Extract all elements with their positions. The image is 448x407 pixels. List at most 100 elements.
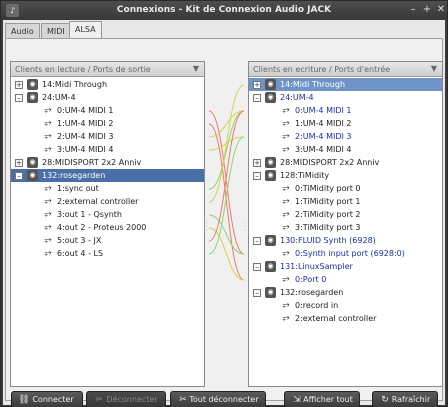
port-row[interactable]: ⥅ 0:TiMidity port 0 [249, 182, 442, 195]
port-label: 2:UM-4 MIDI 3 [295, 132, 352, 141]
disconnect-all-button[interactable]: ✂ Tout déconnecter [170, 391, 266, 407]
port-row[interactable]: ⥅ 0:UM-4 MIDI 1 [11, 104, 204, 117]
port-row[interactable]: ⥅ 1:UM-4 MIDI 2 [11, 117, 204, 130]
port-row[interactable]: ⥅ 2:UM-4 MIDI 3 [249, 130, 442, 143]
client-label: 24:UM-4 [280, 93, 314, 102]
midi-plug-icon: ⥅ [282, 209, 290, 219]
collapse-icon[interactable]: – [15, 172, 23, 180]
expand-icon[interactable]: + [15, 81, 23, 89]
collapse-icon[interactable]: – [253, 237, 261, 245]
sort-arrow-icon[interactable]: ▼ [193, 64, 199, 73]
midi-plug-icon: ⥅ [282, 105, 290, 115]
output-ports-tree[interactable]: + ◉ 14:Midi Through – ◉ 24:UM-4 ⥅ 0:UM-4 MIDI 1… [11, 78, 204, 260]
port-row[interactable]: ⥅ 2:UM-4 MIDI 3 [11, 130, 204, 143]
midi-plug-icon: ⥅ [44, 144, 52, 154]
midi-plug-icon: ⥅ [282, 196, 290, 206]
input-panel-header[interactable]: Clients en ecriture / Ports d'entrée ▼ [249, 62, 442, 77]
client-label: 130:FLUID Synth (6928) [280, 236, 376, 245]
midi-plug-icon: ⥅ [282, 222, 290, 232]
port-label: 2:UM-4 MIDI 3 [57, 132, 114, 141]
port-label: 0:record in [295, 301, 339, 310]
client-row[interactable]: – ◉ 24:UM-4 [249, 91, 442, 104]
port-label: 2:external controller [295, 314, 377, 323]
port-row[interactable]: ⥅ 0:UM-4 MIDI 1 [249, 104, 442, 117]
left-splitter-handle[interactable]: · · · [206, 221, 210, 235]
expand-icon[interactable]: + [253, 159, 261, 167]
refresh-button[interactable]: ↻ Rafraîchir [372, 391, 438, 407]
expand-icon[interactable]: + [15, 159, 23, 167]
client-row[interactable]: – ◉ 130:FLUID Synth (6928) [249, 234, 442, 247]
port-row[interactable]: ⥅ 3:UM-4 MIDI 4 [249, 143, 442, 156]
port-label: 1:sync out [57, 184, 99, 193]
midi-plug-icon: ⥅ [282, 118, 290, 128]
minimize-icon[interactable]: – [407, 4, 419, 16]
midi-client-icon: ◉ [27, 92, 38, 103]
port-row[interactable]: ⥅ 0:Port 0 [249, 273, 442, 286]
port-row[interactable]: ⥅ 4:out 2 - Proteus 2000 [11, 221, 204, 234]
port-row[interactable]: ⥅ 1:UM-4 MIDI 2 [249, 117, 442, 130]
port-label: 3:TiMidity port 3 [295, 223, 361, 232]
output-panel-header[interactable]: Clients en lecture / Ports de sortie ▼ [11, 62, 204, 77]
input-ports-tree[interactable]: + ◉ 14:Midi Through – ◉ 24:UM-4 ⥅ 0:UM-4 MIDI 1… [249, 78, 442, 325]
sort-arrow-icon[interactable]: ▼ [431, 64, 437, 73]
client-row[interactable]: + ◉ 14:Midi Through [11, 78, 204, 91]
port-row[interactable]: ⥅ 1:sync out [11, 182, 204, 195]
tab-midi[interactable]: MIDI [41, 23, 71, 39]
port-row[interactable]: ⥅ 2:TiMidity port 2 [249, 208, 442, 221]
port-row[interactable]: ⥅ 3:out 1 - Qsynth [11, 208, 204, 221]
client-row[interactable]: – ◉ 131:LinuxSampler [249, 260, 442, 273]
port-label: 1:UM-4 MIDI 2 [295, 119, 352, 128]
port-row[interactable]: ⥅ 2:external controller [11, 195, 204, 208]
output-ports-panel[interactable]: Clients en lecture / Ports de sortie ▼ +… [10, 61, 205, 387]
port-row[interactable]: ⥅ 3:TiMidity port 3 [249, 221, 442, 234]
client-row[interactable]: + ◉ 28:MIDISPORT 2x2 Anniv [249, 156, 442, 169]
port-row[interactable]: ⥅ 2:external controller [249, 312, 442, 325]
collapse-icon[interactable]: – [253, 172, 261, 180]
disconnect-button[interactable]: ✂ Déconnecter [86, 391, 166, 407]
midi-client-icon: ◉ [265, 287, 276, 298]
tab-audio[interactable]: Audio [5, 23, 40, 39]
client-row[interactable]: – ◉ 132:rosegarden [11, 169, 204, 182]
input-panel-header-label: Clients en ecriture / Ports d'entrée [253, 65, 391, 74]
midi-plug-icon: ⥅ [44, 118, 52, 128]
client-label: 132:rosegarden [280, 288, 344, 297]
close-icon[interactable]: ✕ [435, 4, 447, 16]
collapse-icon[interactable]: – [15, 94, 23, 102]
port-label: 0:UM-4 MIDI 1 [295, 106, 352, 115]
midi-client-icon: ◉ [27, 170, 38, 181]
connections-window: ♪ Connexions - Kit de Connexion Audio JA… [0, 0, 448, 407]
midi-plug-icon: ⥅ [282, 131, 290, 141]
port-label: 0:TiMidity port 0 [295, 184, 361, 193]
client-row[interactable]: + ◉ 28:MIDISPORT 2x2 Anniv [11, 156, 204, 169]
collapse-icon[interactable]: – [253, 94, 261, 102]
midi-client-icon: ◉ [265, 170, 276, 181]
input-ports-panel[interactable]: Clients en ecriture / Ports d'entrée ▼ +… [248, 61, 443, 387]
midi-plug-icon: ⥅ [44, 183, 52, 193]
port-row[interactable]: ⥅ 3:UM-4 MIDI 4 [11, 143, 204, 156]
client-row[interactable]: – ◉ 24:UM-4 [11, 91, 204, 104]
collapse-icon[interactable]: – [253, 263, 261, 271]
client-row[interactable]: + ◉ 14:Midi Through [249, 78, 442, 91]
port-row[interactable]: ⥅ 0:Synth input port (6928:0) [249, 247, 442, 260]
client-row[interactable]: – ◉ 128:TiMidity [249, 169, 442, 182]
port-row[interactable]: ⥅ 1:TiMidity port 1 [249, 195, 442, 208]
client-label: 14:Midi Through [42, 80, 108, 89]
midi-plug-icon: ⥅ [282, 300, 290, 310]
midi-client-icon: ◉ [265, 261, 276, 272]
midi-client-icon: ◉ [27, 79, 38, 90]
client-row[interactable]: – ◉ 132:rosegarden [249, 286, 442, 299]
collapse-icon[interactable]: – [253, 289, 261, 297]
maximize-icon[interactable]: + [421, 4, 433, 16]
port-row[interactable]: ⥅ 0:record in [249, 299, 442, 312]
client-label: 128:TiMidity [280, 171, 330, 180]
disconnect-all-icon: ✂ [179, 395, 187, 405]
expand-icon[interactable]: + [253, 81, 261, 89]
expand-all-button[interactable]: ⇲ Afficher tout [284, 391, 360, 407]
midi-client-icon: ◉ [265, 157, 276, 168]
port-row[interactable]: ⥅ 6:out 4 - LS [11, 247, 204, 260]
client-label: 14:Midi Through [280, 80, 346, 89]
connect-button[interactable]: ⛓ Connecter [11, 391, 83, 407]
midi-plug-icon: ⥅ [44, 105, 52, 115]
port-row[interactable]: ⥅ 5:out 3 - JX [11, 234, 204, 247]
title-bar[interactable]: ♪ Connexions - Kit de Connexion Audio JA… [1, 1, 447, 20]
